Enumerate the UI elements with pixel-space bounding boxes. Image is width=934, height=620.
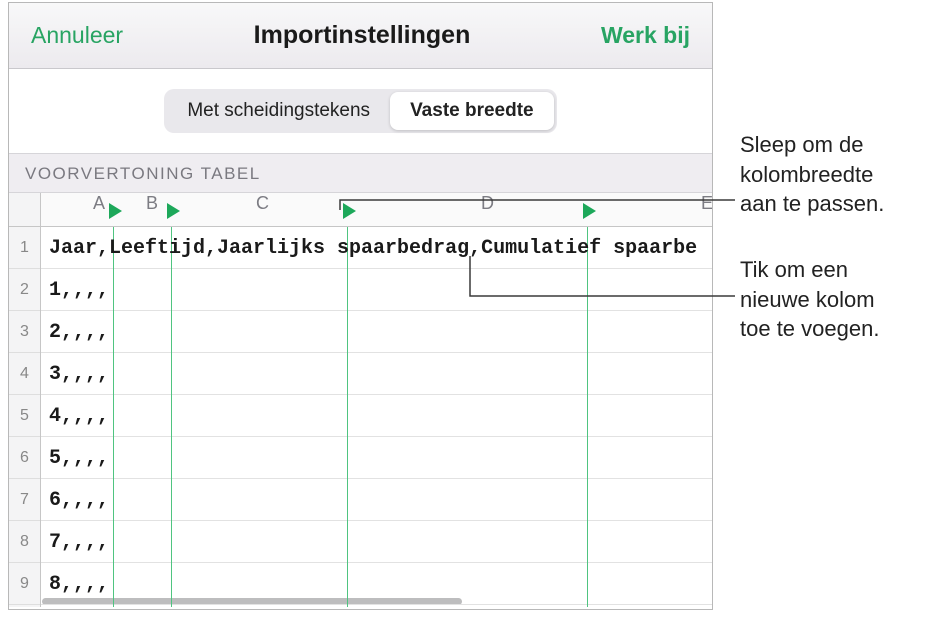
row-header: 9 xyxy=(9,563,40,605)
row-header: 5 xyxy=(9,395,40,437)
title-bar: Annuleer Importinstellingen Werk bij xyxy=(9,3,712,69)
column-divider-line[interactable] xyxy=(587,227,588,607)
callout-tap: Tik om een nieuwe kolom toe te voegen. xyxy=(740,255,879,344)
data-area[interactable]: Jaar,Leeftijd,Jaarlijks spaarbedrag,Cumu… xyxy=(41,227,712,607)
row-header: 1 xyxy=(9,227,40,269)
column-header-d: D xyxy=(481,193,494,227)
column-divider-line[interactable] xyxy=(171,227,172,607)
cancel-button[interactable]: Annuleer xyxy=(31,22,123,49)
column-divider-handle[interactable] xyxy=(343,203,356,219)
column-headers[interactable]: A B C D E xyxy=(41,193,712,226)
column-divider-handle[interactable] xyxy=(583,203,596,219)
column-header-a: A xyxy=(93,193,105,227)
column-header-c: C xyxy=(256,193,269,227)
mode-segment-row: Met scheidingstekens Vaste breedte xyxy=(9,69,712,153)
row-header: 4 xyxy=(9,353,40,395)
row-content: 2,,,, xyxy=(49,321,109,344)
row-header: 6 xyxy=(9,437,40,479)
preview-body: 123456789 Jaar,Leeftijd,Jaarlijks spaarb… xyxy=(9,227,712,607)
row-content: 1,,,, xyxy=(49,279,109,302)
page-title: Importinstellingen xyxy=(254,21,471,50)
apply-button[interactable]: Werk bij xyxy=(601,22,690,49)
column-divider-line[interactable] xyxy=(113,227,114,607)
table-preview: A B C D E 123456789 Jaar,Leeftijd,Jaarlijks … xyxy=(9,193,712,607)
import-settings-panel: Annuleer Importinstellingen Werk bij Met… xyxy=(8,2,713,610)
column-divider-line[interactable] xyxy=(347,227,348,607)
column-header-e: E xyxy=(701,193,712,227)
callout-drag: Sleep om de kolombreedte aan te passen. xyxy=(740,130,884,219)
segment-fixed-width[interactable]: Vaste breedte xyxy=(390,92,554,130)
row-content: 5,,,, xyxy=(49,447,109,470)
section-header-preview: VOORVERTONING TABEL xyxy=(9,153,712,193)
column-divider-handle[interactable] xyxy=(167,203,180,219)
row-content: 8,,,, xyxy=(49,573,109,596)
corner-cell xyxy=(9,193,41,226)
row-header: 8 xyxy=(9,521,40,563)
column-header-b: B xyxy=(146,193,158,227)
row-content: 3,,,, xyxy=(49,363,109,386)
row-content: Jaar,Leeftijd,Jaarlijks spaarbedrag,Cumu… xyxy=(49,237,697,260)
column-header-row: A B C D E xyxy=(9,193,712,227)
mode-segmented-control[interactable]: Met scheidingstekens Vaste breedte xyxy=(164,89,556,133)
row-content: 7,,,, xyxy=(49,531,109,554)
row-header: 3 xyxy=(9,311,40,353)
row-content: 6,,,, xyxy=(49,489,109,512)
segment-delimited[interactable]: Met scheidingstekens xyxy=(167,92,390,130)
column-divider-handle[interactable] xyxy=(109,203,122,219)
row-content: 4,,,, xyxy=(49,405,109,428)
row-header: 2 xyxy=(9,269,40,311)
row-headers: 123456789 xyxy=(9,227,41,607)
row-header: 7 xyxy=(9,479,40,521)
